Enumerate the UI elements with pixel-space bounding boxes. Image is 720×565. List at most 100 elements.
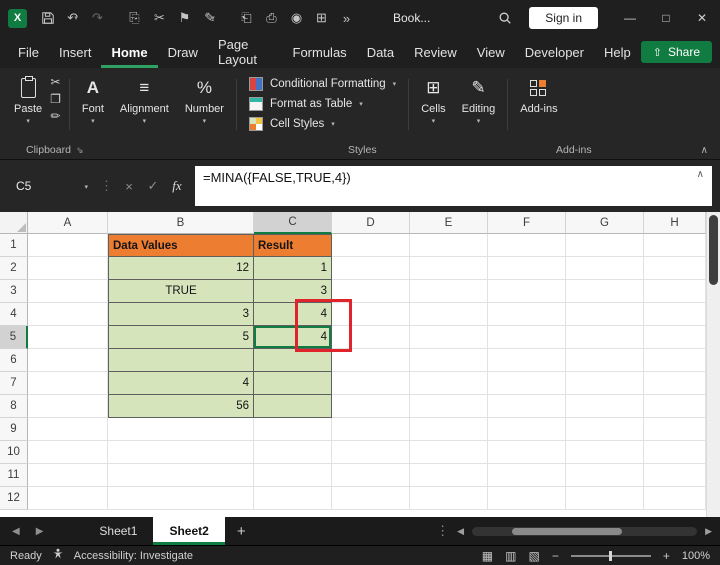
format-as-table-button[interactable]: Format as Table ▾ (249, 97, 396, 111)
cell-E11[interactable] (410, 464, 488, 487)
row-header-5[interactable]: 5 (0, 326, 28, 349)
cell-A6[interactable] (28, 349, 108, 372)
cell-H6[interactable] (644, 349, 706, 372)
cell-E6[interactable] (410, 349, 488, 372)
dialog-launcher-icon[interactable]: ⇘ (76, 145, 84, 155)
sign-in-button[interactable]: Sign in (529, 7, 598, 29)
zoom-out-icon[interactable]: − (552, 549, 559, 563)
enter-icon[interactable]: ✓ (141, 166, 165, 206)
vertical-scrollbar[interactable] (706, 212, 720, 517)
menu-tab-insert[interactable]: Insert (49, 36, 102, 68)
cell-D1[interactable] (332, 234, 410, 257)
cell-B5[interactable]: 5 (108, 326, 254, 349)
menu-tab-data[interactable]: Data (357, 36, 404, 68)
cell-E7[interactable] (410, 372, 488, 395)
cell-B9[interactable] (108, 418, 254, 441)
column-header-C[interactable]: C (254, 212, 332, 234)
cell-D11[interactable] (332, 464, 410, 487)
cell-G5[interactable] (566, 326, 644, 349)
menu-tab-file[interactable]: File (8, 36, 49, 68)
cell-G2[interactable] (566, 257, 644, 280)
cut-icon[interactable]: ✂ (147, 5, 172, 31)
cell-C7[interactable] (254, 372, 332, 395)
menu-tab-developer[interactable]: Developer (515, 36, 594, 68)
cell-B11[interactable] (108, 464, 254, 487)
scroll-right-icon[interactable]: ▶ (705, 526, 712, 537)
row-header-7[interactable]: 7 (0, 372, 28, 395)
cell-H3[interactable] (644, 280, 706, 303)
menu-tab-draw[interactable]: Draw (158, 36, 208, 68)
cell-G3[interactable] (566, 280, 644, 303)
tab-overflow-icon[interactable]: ⋮ (436, 523, 449, 539)
cells-button[interactable]: ⊞ Cells ▾ (413, 71, 453, 138)
cell-H1[interactable] (644, 234, 706, 257)
cell-F7[interactable] (488, 372, 566, 395)
flag-icon[interactable]: ⚑ (172, 5, 197, 31)
cell-B12[interactable] (108, 487, 254, 510)
column-header-H[interactable]: H (644, 212, 706, 234)
column-header-B[interactable]: B (108, 212, 254, 234)
cell-B2[interactable]: 12 (108, 257, 254, 280)
cell-G11[interactable] (566, 464, 644, 487)
column-header-D[interactable]: D (332, 212, 410, 234)
row-header-10[interactable]: 10 (0, 441, 28, 464)
cell-A3[interactable] (28, 280, 108, 303)
page-break-view-icon[interactable]: ▧ (528, 549, 539, 563)
next-sheet-icon[interactable]: ▶ (36, 526, 44, 537)
undo-icon[interactable]: ↶▾ (60, 5, 85, 31)
cell-G7[interactable] (566, 372, 644, 395)
row-header-12[interactable]: 12 (0, 487, 28, 510)
cell-E12[interactable] (410, 487, 488, 510)
cell-A1[interactable] (28, 234, 108, 257)
new-sheet-button[interactable]: + (225, 517, 258, 545)
cell-B3[interactable]: TRUE (108, 280, 254, 303)
close-button[interactable]: ✕ (684, 0, 720, 36)
table-icon[interactable]: ⊞ (309, 5, 334, 31)
cell-C2[interactable]: 1 (254, 257, 332, 280)
cell-D7[interactable] (332, 372, 410, 395)
new-file-icon[interactable]: ⎗ (234, 5, 259, 31)
cell-H11[interactable] (644, 464, 706, 487)
collapse-ribbon-icon[interactable]: ∧ (701, 145, 708, 156)
prev-sheet-icon[interactable]: ◀ (12, 526, 20, 537)
row-header-9[interactable]: 9 (0, 418, 28, 441)
cell-A9[interactable] (28, 418, 108, 441)
excel-logo-icon[interactable]: X (8, 9, 27, 28)
cancel-icon[interactable]: × (117, 166, 141, 206)
maximize-button[interactable]: □ (648, 0, 684, 36)
save-icon[interactable] (35, 5, 60, 31)
cell-G6[interactable] (566, 349, 644, 372)
cell-G8[interactable] (566, 395, 644, 418)
cell-H5[interactable] (644, 326, 706, 349)
conditional-formatting-button[interactable]: Conditional Formatting ▾ (249, 77, 396, 91)
cell-D6[interactable] (332, 349, 410, 372)
column-header-A[interactable]: A (28, 212, 108, 234)
clipboard-icon[interactable]: ⎘ (122, 5, 147, 31)
print-icon[interactable]: ⎙ (259, 5, 284, 31)
cell-E3[interactable] (410, 280, 488, 303)
row-header-11[interactable]: 11 (0, 464, 28, 487)
cell-G12[interactable] (566, 487, 644, 510)
menu-tab-review[interactable]: Review (404, 36, 467, 68)
accessibility-status[interactable]: Accessibility: Investigate (74, 550, 193, 562)
cell-C6[interactable] (254, 349, 332, 372)
formula-bar-handle[interactable]: ⋮ (96, 166, 117, 206)
add-ins-button[interactable]: Add-ins (512, 71, 565, 138)
cell-C12[interactable] (254, 487, 332, 510)
paste-button[interactable]: Paste ▾ (6, 71, 50, 138)
cell-A10[interactable] (28, 441, 108, 464)
cell-H2[interactable] (644, 257, 706, 280)
page-layout-view-icon[interactable]: ▥ (505, 549, 516, 563)
minimize-button[interactable]: — (612, 0, 648, 36)
cell-D8[interactable] (332, 395, 410, 418)
cell-A2[interactable] (28, 257, 108, 280)
zoom-slider-thumb[interactable] (609, 551, 612, 561)
row-header-8[interactable]: 8 (0, 395, 28, 418)
cell-B8[interactable]: 56 (108, 395, 254, 418)
cell-F2[interactable] (488, 257, 566, 280)
cell-E2[interactable] (410, 257, 488, 280)
cell-E5[interactable] (410, 326, 488, 349)
horizontal-scrollbar[interactable] (472, 527, 697, 536)
sheet-tab-sheet1[interactable]: Sheet1 (83, 517, 153, 545)
column-header-E[interactable]: E (410, 212, 488, 234)
